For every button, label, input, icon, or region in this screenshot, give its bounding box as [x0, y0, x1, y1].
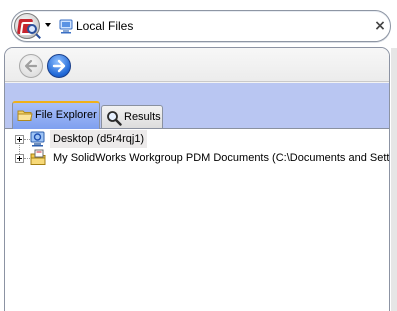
- tree-item-pdm-documents[interactable]: My SolidWorks Workgroup PDM Documents (C…: [15, 149, 390, 167]
- forward-arrow-icon: [52, 59, 66, 73]
- solidworks-search-logo-icon[interactable]: [14, 13, 40, 39]
- tab-file-explorer-label: File Explorer: [35, 109, 97, 121]
- tab-strip: File Explorer Results: [5, 83, 389, 129]
- close-icon[interactable]: ×: [373, 18, 387, 34]
- tab-file-explorer[interactable]: File Explorer: [12, 101, 100, 129]
- pdm-documents-icon: [30, 149, 46, 165]
- search-bar[interactable]: Local Files ×: [11, 10, 391, 42]
- search-toolbar: Local Files ×: [0, 0, 397, 50]
- file-tree: Desktop (d5r4rqj1) My SolidWorks Workgro…: [5, 128, 389, 311]
- search-location-text[interactable]: Local Files: [76, 19, 133, 34]
- navigation-bar: [5, 48, 389, 82]
- folder-icon: [17, 110, 33, 121]
- back-button[interactable]: [19, 54, 43, 78]
- back-arrow-icon: [24, 59, 38, 73]
- chevron-down-icon[interactable]: [45, 23, 51, 27]
- tree-item-desktop[interactable]: Desktop (d5r4rqj1): [15, 130, 385, 148]
- tab-results[interactable]: Results: [101, 105, 163, 129]
- local-files-icon: [59, 19, 73, 34]
- forward-button[interactable]: [47, 54, 71, 78]
- tree-item-label: Desktop (d5r4rqj1): [50, 130, 148, 148]
- tab-results-label: Results: [124, 111, 161, 123]
- expand-icon[interactable]: [15, 154, 24, 163]
- window-edge: [391, 48, 397, 311]
- expand-icon[interactable]: [15, 135, 24, 144]
- explorer-panel: File Explorer Results Desktop (d5r4rqj1): [4, 47, 390, 311]
- magnifier-icon: [107, 111, 122, 126]
- tree-item-label: My SolidWorks Workgroup PDM Documents (C…: [53, 152, 390, 164]
- desktop-icon: [30, 131, 45, 147]
